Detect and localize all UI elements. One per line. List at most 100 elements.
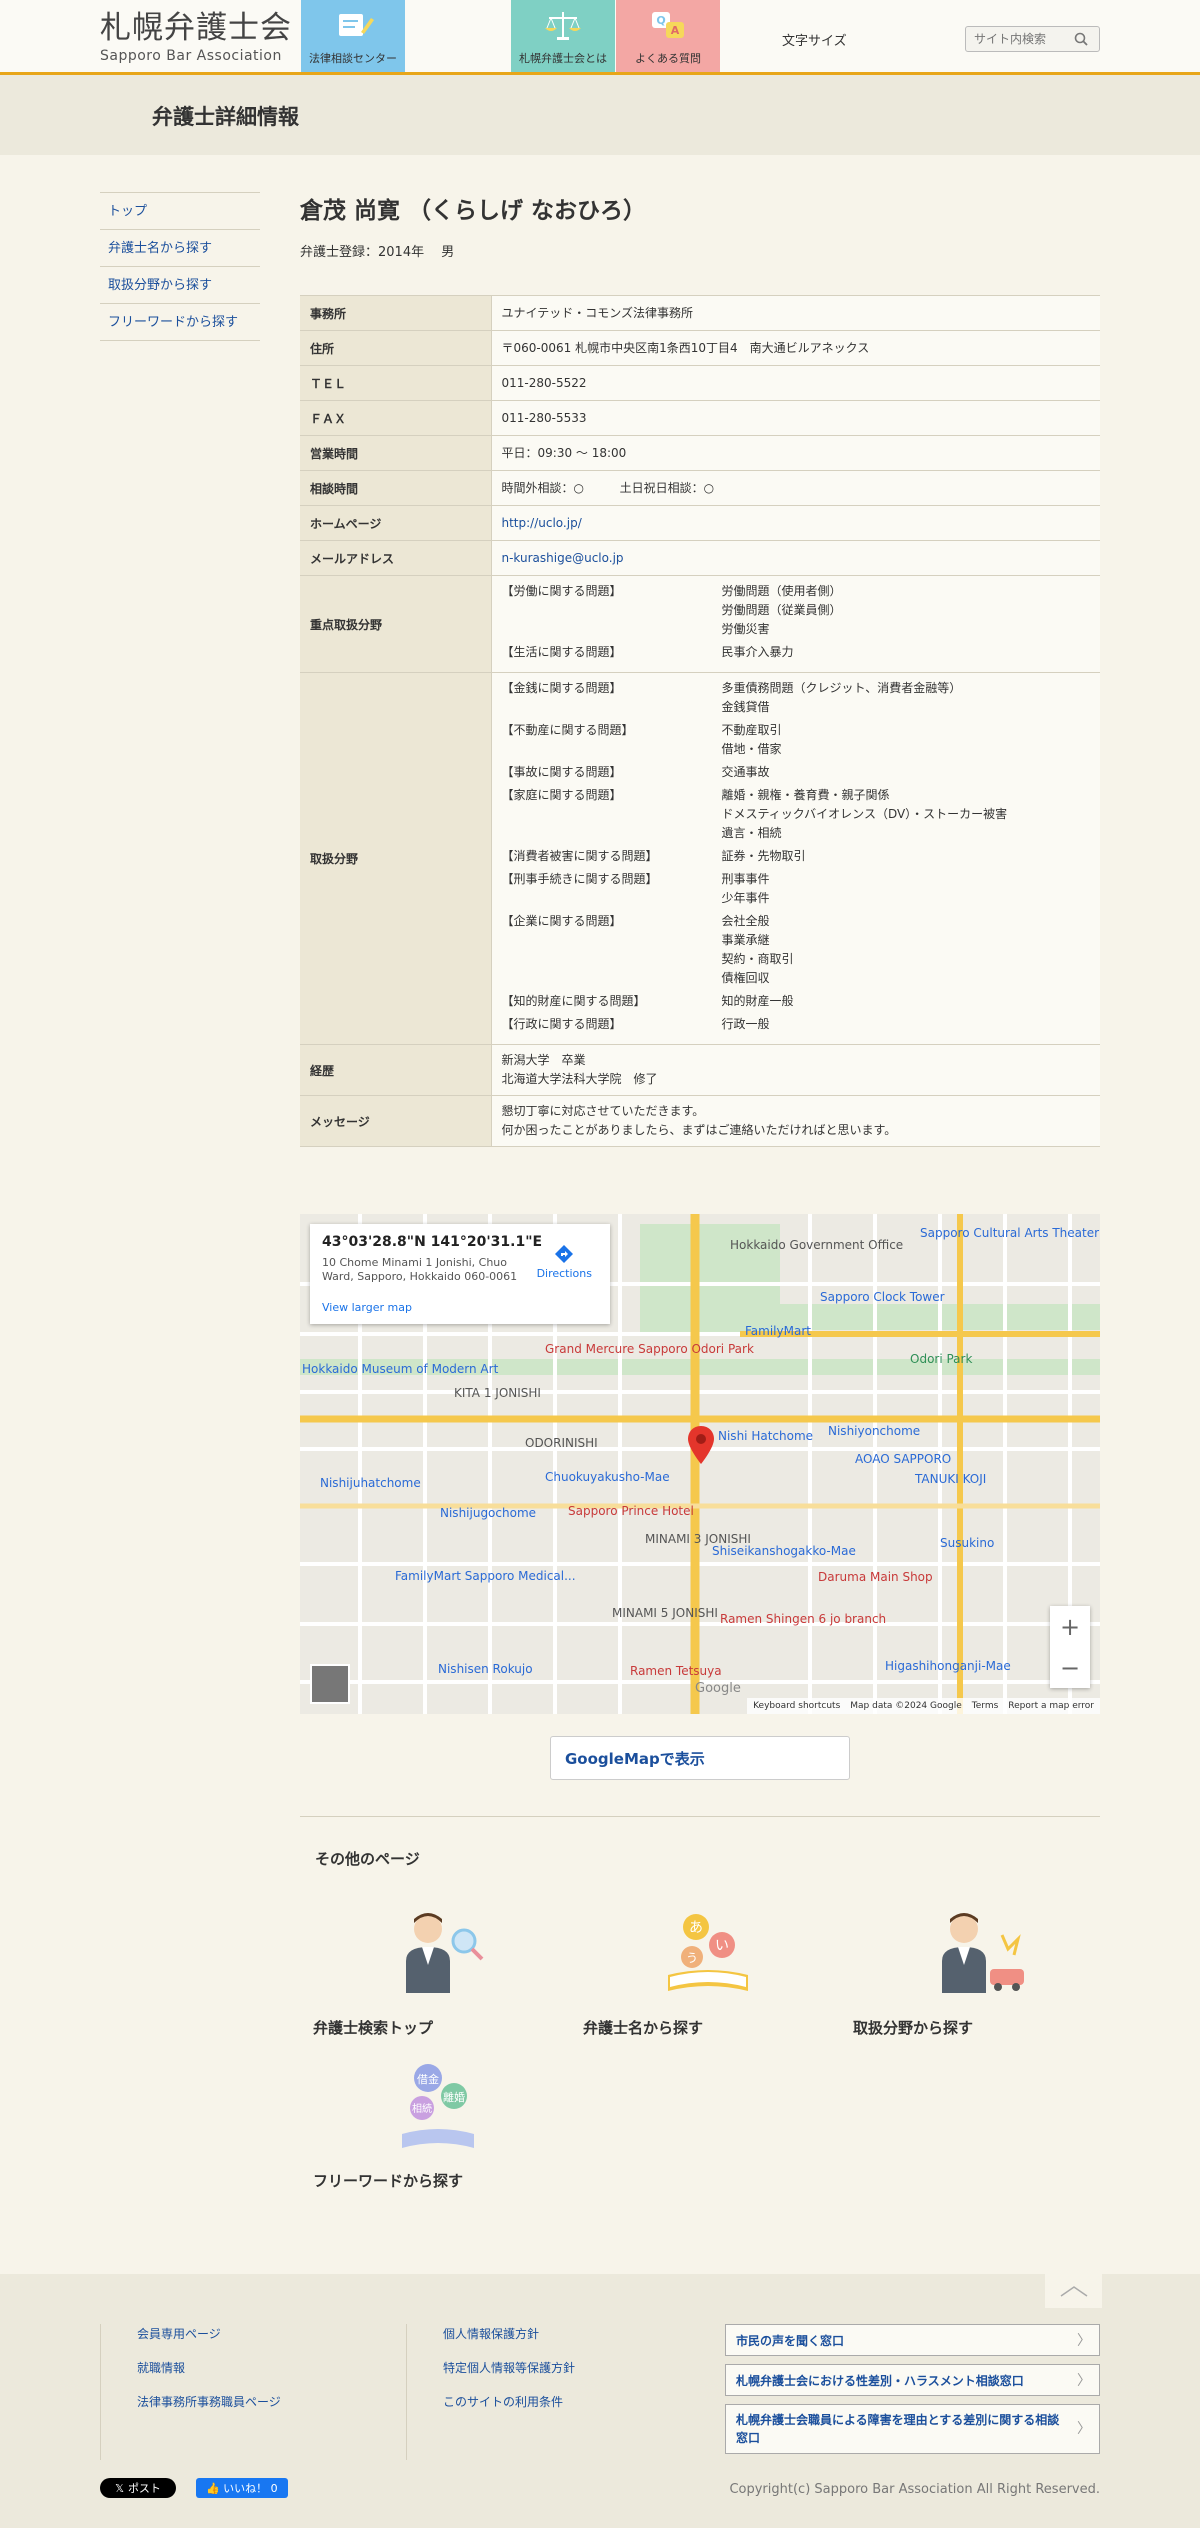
table-row: 相談時間 時間外相談：○ 土日祝日相談：○ [300, 470, 1100, 506]
x-post-label: ポスト [127, 2482, 161, 2495]
fax-value: 011-280-5533 [490, 400, 1100, 436]
back-to-top-button[interactable] [1045, 2274, 1102, 2308]
footer-link-terms[interactable]: このサイトの利用条件 [443, 2392, 575, 2426]
other-page-lawyer-search-top[interactable]: 弁護士検索トップ [313, 1905, 543, 2038]
area-category: 【労働に関する問題】 [501, 584, 622, 598]
logo-japanese: 札幌弁護士会 [100, 10, 292, 46]
directions-button[interactable]: Directions [537, 1244, 592, 1280]
other-page-search-by-freeword[interactable]: 借金 離婚 相続 フリーワードから探す [313, 2058, 543, 2191]
other-page-search-by-name[interactable]: あ い う 弁護士名から探す [583, 1905, 813, 2038]
nav-faq[interactable]: Q A よくある質問 [616, 0, 720, 72]
row-label: ＴＥＬ [300, 365, 491, 401]
career-line: 新潟大学 卒業 [501, 1053, 586, 1067]
footer-link-office-staff[interactable]: 法律事務所事務職員ページ [137, 2392, 281, 2426]
map-label: Daruma Main Shop [818, 1570, 933, 1584]
area-group: 【事故に関する問題】 交通事故 [502, 763, 1091, 782]
area-group: 【刑事手続きに関する問題】 刑事事件 少年事件 [502, 870, 1091, 908]
google-logo: Google [695, 1681, 741, 1696]
area-item: 離婚・親権・養育費・親子関係 [721, 788, 890, 802]
area-item: 不動産取引 [721, 723, 782, 737]
view-larger-map-link[interactable]: View larger map [322, 1301, 412, 1314]
site-logo[interactable]: 札幌弁護士会 Sapporo Bar Association [100, 10, 292, 64]
consult-weekend: 土日祝日相談：○ [619, 480, 715, 495]
footer-link-specific-privacy[interactable]: 特定個人情報等保護方針 [443, 2358, 575, 2392]
map-label: Nishijugochome [440, 1506, 537, 1520]
svg-text:Q: Q [656, 14, 665, 27]
notepad-pen-icon [339, 14, 374, 36]
tel-value: 011-280-5522 [490, 365, 1100, 401]
area-item: 労働問題（従業員側） [721, 603, 842, 617]
other-pages-title: その他のページ [315, 1850, 420, 1868]
footer-box-harassment[interactable]: 札幌弁護士会における性差別・ハラスメント相談窓口 〉 [725, 2364, 1100, 2396]
footer-box-label: 札幌弁護士会における性差別・ハラスメント相談窓口 [736, 2373, 1024, 2388]
area-item: 金銭貸借 [721, 700, 770, 714]
map-terms[interactable]: Terms [972, 1701, 999, 1711]
copyright: Copyright(c) Sapporo Bar Association All… [729, 2482, 1100, 2497]
nav-about-association[interactable]: 札幌弁護士会とは [511, 0, 615, 72]
lawyer-magnifier-icon [406, 1913, 484, 1993]
font-size-control[interactable]: 文字サイズ [782, 30, 847, 49]
career-line: 北海道大学法科大学院 修了 [501, 1072, 658, 1086]
email-cell: n-kurashige@uclo.jp [490, 540, 1100, 576]
career-value: 新潟大学 卒業 北海道大学法科大学院 修了 [490, 1044, 1100, 1096]
open-google-map-button[interactable]: GoogleMapで表示 [550, 1736, 850, 1780]
area-category: 【家庭に関する問題】 [501, 788, 622, 802]
sidebar-item-search-by-name[interactable]: 弁護士名から探す [100, 230, 260, 267]
sidebar-item-search-by-freeword[interactable]: フリーワードから探す [100, 304, 260, 341]
row-label: 相談時間 [300, 470, 491, 506]
consult-offhours: 時間外相談：○ [501, 480, 584, 495]
map-footer: Keyboard shortcuts Map data ©2024 Google… [747, 1698, 1100, 1714]
map-satellite-thumbnail[interactable] [310, 1664, 350, 1704]
area-item: 契約・商取引 [721, 952, 794, 966]
chevron-right-icon: 〉 [1077, 2421, 1091, 2437]
google-map-embed[interactable]: Hokkaido Government Office Sapporo Cultu… [300, 1214, 1100, 1714]
directions-label: Directions [536, 1267, 592, 1280]
logo-english: Sapporo Bar Association [100, 48, 282, 64]
consult-value: 時間外相談：○ 土日祝日相談：○ [490, 470, 1100, 506]
area-item: 会社全般 [721, 914, 770, 928]
map-label: Higashihonganji-Mae [885, 1659, 1011, 1673]
area-item: 遺言・相続 [721, 826, 782, 840]
footer-box-disability[interactable]: 札幌弁護士会職員による障害を理由とする差別に関する相談窓口 〉 [725, 2404, 1100, 2454]
map-report-error[interactable]: Report a map error [1008, 1701, 1094, 1711]
sidebar-item-top[interactable]: トップ [100, 193, 260, 230]
sidebar-item-search-by-area[interactable]: 取扱分野から探す [100, 267, 260, 304]
facebook-like-button[interactable]: 👍 いいね！ 0 [196, 2478, 288, 2498]
footer-link-members[interactable]: 会員専用ページ [137, 2324, 281, 2358]
footer-link-jobs[interactable]: 就職情報 [137, 2358, 281, 2392]
other-page-label: 弁護士名から探す [583, 2019, 704, 2037]
x-post-button[interactable]: 𝕏 ポスト [100, 2478, 176, 2498]
footer-box-citizen-voice[interactable]: 市民の声を聞く窓口 〉 [725, 2324, 1100, 2356]
area-item: 知的財産一般 [721, 994, 794, 1008]
message-value: 懇切丁寧に対応させていただきます。 何か困ったことがありましたら、まずはご連絡い… [490, 1095, 1100, 1147]
lawyer-info-table: 事務所 ユナイテッド・コモンズ法律事務所 住所 〒060-0061 札幌市中央区… [300, 295, 1100, 1147]
area-item: 債権回収 [721, 971, 770, 985]
other-page-search-by-area[interactable]: 取扱分野から探す [853, 1905, 1083, 2038]
page-title: 弁護士詳細情報 [152, 105, 299, 129]
table-row: 経歴 新潟大学 卒業 北海道大学法科大学院 修了 [300, 1044, 1100, 1096]
zoom-in-icon[interactable]: + [1060, 1613, 1080, 1641]
search-input[interactable] [966, 27, 1071, 51]
homepage-link[interactable]: http://uclo.jp/ [502, 516, 582, 530]
footer-link-privacy[interactable]: 個人情報保護方針 [443, 2324, 575, 2358]
search-icon[interactable] [1071, 29, 1091, 49]
area-item-list: 労働問題（使用者側） 労働問題（従業員側） 労働災害 [722, 582, 1032, 639]
area-group: 【家庭に関する問題】 離婚・親権・養育費・親子関係 ドメスティックバイオレンス（DV… [502, 786, 1091, 843]
lawyer-car-accident-icon [942, 1913, 1024, 1993]
area-item: 労働災害 [721, 622, 770, 636]
svg-text:借金: 借金 [417, 2072, 439, 2086]
nav-legal-consultation-center[interactable]: 法律相談センター [301, 0, 405, 72]
table-row: メールアドレス n-kurashige@uclo.jp [300, 540, 1100, 576]
area-item: 多重債務問題（クレジット、消費者金融等） [721, 681, 962, 695]
map-address: 10 Chome Minami 1 Jonishi, Chuo Ward, Sa… [322, 1256, 518, 1283]
map-label: Ramen Shingen 6 jo branch [720, 1612, 887, 1626]
zoom-out-icon[interactable]: − [1060, 1654, 1080, 1682]
address-value: 〒060-0061 札幌市中央区南1条西10丁目4 南大通ビルアネックス [490, 330, 1100, 366]
map-label: Nishisen Rokujo [438, 1662, 533, 1676]
section-divider [300, 1816, 1100, 1817]
email-link[interactable]: n-kurashige@uclo.jp [502, 551, 624, 565]
map-keyboard-shortcuts[interactable]: Keyboard shortcuts [753, 1701, 840, 1711]
area-item-list: 多重債務問題（クレジット、消費者金融等） 金銭貸借 [722, 679, 1032, 717]
footer-box-label: 札幌弁護士会職員による障害を理由とする差別に関する相談窓口 [736, 2413, 1060, 2445]
map-pin-icon[interactable] [688, 1426, 714, 1464]
